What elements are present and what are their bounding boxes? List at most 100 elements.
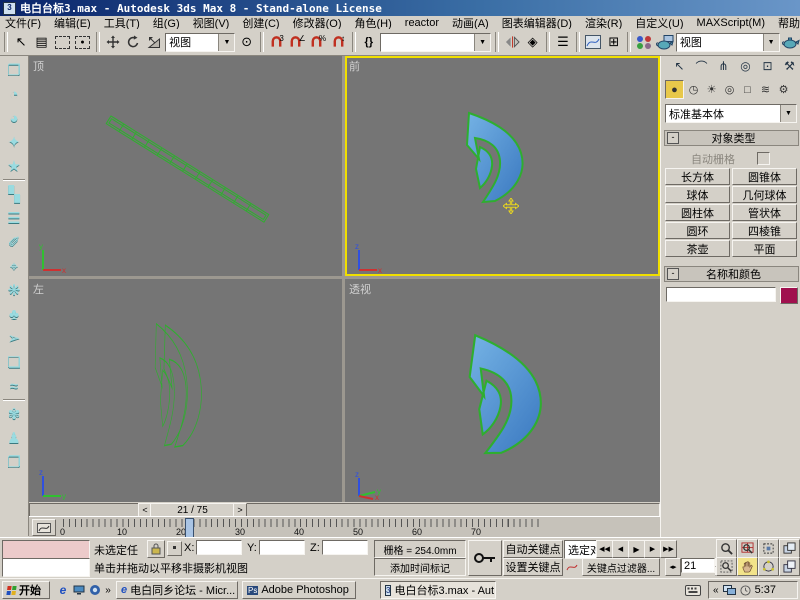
- sphere-shortcut-icon[interactable]: ◕: [2, 106, 26, 130]
- name-color-rollout-header[interactable]: - 名称和颜色: [664, 266, 799, 282]
- reference-coordinate-dropdown[interactable]: 视图 ▼: [165, 33, 235, 52]
- object-color-swatch[interactable]: [780, 287, 798, 304]
- percent-snap-button[interactable]: %: [309, 32, 327, 52]
- select-by-name-button[interactable]: ▤: [32, 32, 50, 52]
- arc-rotate-button[interactable]: [758, 557, 779, 576]
- menu-reactor[interactable]: reactor: [405, 17, 439, 29]
- task-3dsmax-active[interactable]: 3 电白台标3.max - Aut...: [380, 581, 496, 599]
- menu-maxscript[interactable]: MAXScript(M): [697, 17, 765, 29]
- sub-helpers[interactable]: □: [739, 81, 756, 98]
- edit-named-selections-button[interactable]: {}: [360, 32, 378, 52]
- waves-icon[interactable]: ≈: [2, 374, 26, 398]
- set-key-button[interactable]: 设置关键点: [503, 558, 563, 576]
- spray-icon[interactable]: ✐: [2, 230, 26, 254]
- tab-utilities[interactable]: ⚒: [779, 57, 800, 75]
- viewport-front-label[interactable]: 前: [349, 58, 360, 74]
- maxscript-mini-listener-pink[interactable]: [2, 540, 90, 559]
- selection-lock-button[interactable]: [147, 540, 165, 558]
- x-coordinate-field[interactable]: [196, 540, 242, 555]
- create-plane-button[interactable]: 平面: [732, 240, 797, 257]
- named-selection-dropdown[interactable]: ▼: [380, 33, 491, 52]
- key-filters-button[interactable]: 关键点过滤器...: [582, 558, 660, 576]
- tab-modify[interactable]: ⌒: [691, 57, 712, 75]
- viewport-left[interactable]: 左 z y: [29, 279, 342, 502]
- task-ie-forum[interactable]: e 电白同乡论坛 - Micr...: [116, 581, 238, 599]
- tab-display[interactable]: ⊡: [757, 57, 778, 75]
- primitives-icon[interactable]: ❒: [2, 58, 26, 82]
- select-and-scale-button[interactable]: [145, 32, 163, 52]
- gear-icon[interactable]: ❋: [2, 278, 26, 302]
- y-coordinate-field[interactable]: [259, 540, 305, 555]
- sub-lights[interactable]: ☀: [703, 81, 720, 98]
- set-key-toggle-button[interactable]: [468, 540, 502, 576]
- align-button[interactable]: ◈: [523, 32, 541, 52]
- discs-icon[interactable]: ☰: [2, 206, 26, 230]
- task-photoshop[interactable]: Ps Adobe Photoshop: [242, 581, 356, 599]
- track-bar[interactable]: 0 10 20 30 40 50 60 70: [29, 516, 660, 538]
- network-tray-icon[interactable]: [723, 585, 736, 596]
- quick-launch-app-icon[interactable]: [88, 583, 102, 597]
- cubes-icon[interactable]: ❏: [2, 350, 26, 374]
- sub-cameras[interactable]: ◎: [721, 81, 738, 98]
- viewport-perspective-label[interactable]: 透视: [349, 281, 371, 297]
- tab-create[interactable]: ↖: [669, 57, 690, 75]
- zoom-extents-all-button[interactable]: [779, 539, 800, 558]
- dropdown-arrow-icon[interactable]: ▼: [780, 105, 796, 122]
- object-type-rollout-header[interactable]: - 对象类型: [664, 130, 799, 146]
- open-mini-curve-editor-button[interactable]: [32, 519, 56, 536]
- quick-render-button[interactable]: [782, 32, 800, 52]
- create-torus-button[interactable]: 圆环: [665, 222, 730, 239]
- material-editor-button[interactable]: [635, 32, 653, 52]
- zoom-button[interactable]: [716, 539, 737, 558]
- absolute-offset-toggle[interactable]: [167, 541, 182, 556]
- pan-button[interactable]: [737, 557, 758, 576]
- tab-motion[interactable]: ◎: [735, 57, 756, 75]
- zoom-all-button[interactable]: [737, 539, 758, 558]
- next-frame-arrow[interactable]: >: [233, 503, 247, 517]
- select-object-button[interactable]: ↖: [12, 32, 30, 52]
- start-button[interactable]: 开始: [2, 581, 50, 599]
- category-dropdown[interactable]: 标准基本体 ▼: [665, 104, 797, 123]
- maxscript-mini-listener-white[interactable]: [2, 558, 90, 577]
- snap-toggle-3d-button[interactable]: 3: [268, 32, 286, 52]
- select-and-move-button[interactable]: [104, 32, 122, 52]
- create-sphere-button[interactable]: 球体: [665, 186, 730, 203]
- select-and-rotate-button[interactable]: [124, 32, 142, 52]
- dropdown-arrow-icon[interactable]: ▼: [474, 34, 490, 51]
- go-to-start-button[interactable]: ◀◀: [596, 540, 613, 558]
- create-pyramid-button[interactable]: 四棱锥: [732, 222, 797, 239]
- clock-tray-icon[interactable]: [740, 585, 751, 596]
- bird-icon[interactable]: ➢: [2, 326, 26, 350]
- books-icon[interactable]: ❐: [2, 450, 26, 474]
- zoom-extents-button[interactable]: [758, 539, 779, 558]
- previous-frame-button[interactable]: ◀: [612, 540, 629, 558]
- viewport-top[interactable]: 顶 y x: [29, 56, 342, 276]
- biped-icon[interactable]: ♟: [2, 426, 26, 450]
- angle-snap-button[interactable]: ∠: [288, 32, 306, 52]
- tab-hierarchy[interactable]: ⋔: [713, 57, 734, 75]
- spinner-snap-button[interactable]: ↕: [329, 32, 347, 52]
- viewport-top-label[interactable]: 顶: [33, 58, 44, 74]
- region-zoom-button[interactable]: [716, 557, 737, 576]
- autogrid-checkbox[interactable]: [757, 152, 770, 165]
- create-cylinder-button[interactable]: 圆柱体: [665, 204, 730, 221]
- spindle-icon[interactable]: ✦: [2, 130, 26, 154]
- time-slider-track[interactable]: [29, 503, 660, 517]
- quick-launch-ie-icon[interactable]: e: [56, 583, 70, 597]
- taskbar-clock[interactable]: 5:37: [755, 584, 776, 596]
- tray-collapse-chevron[interactable]: «: [713, 585, 719, 596]
- create-cone-button[interactable]: 圆锥体: [732, 168, 797, 185]
- star-shape-icon[interactable]: ★: [2, 154, 26, 178]
- frame-number-field[interactable]: [681, 558, 715, 573]
- time-slider-thumb[interactable]: 21 / 75: [150, 503, 235, 517]
- rectangular-region-button[interactable]: [53, 32, 71, 52]
- crossing-selection-button[interactable]: ●: [73, 32, 91, 52]
- sub-spacewarps[interactable]: ≋: [757, 81, 774, 98]
- sub-shapes[interactable]: ◷: [685, 81, 702, 98]
- key-mode-toggle-button[interactable]: ◂▸: [665, 558, 681, 576]
- next-frame-button[interactable]: ▶: [644, 540, 661, 558]
- layer-manager-button[interactable]: ☰: [554, 32, 572, 52]
- curve-editor-button[interactable]: [584, 32, 602, 52]
- knot-icon[interactable]: ✾: [2, 402, 26, 426]
- create-box-button[interactable]: 长方体: [665, 168, 730, 185]
